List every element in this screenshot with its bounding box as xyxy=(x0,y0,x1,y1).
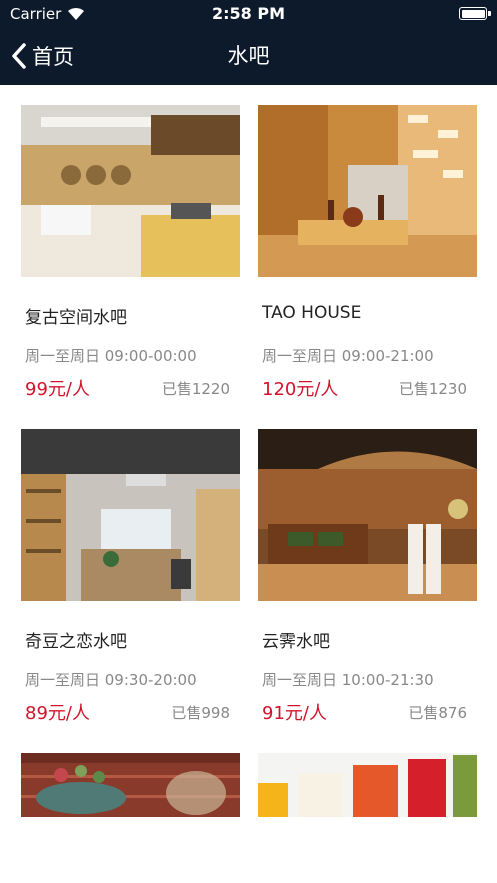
sold-count: 已售1230 xyxy=(398,380,467,398)
battery-tip xyxy=(488,11,491,16)
sold-count: 已售876 xyxy=(408,704,467,722)
venue-name: TAO HOUSE xyxy=(262,303,362,323)
venue-photo xyxy=(258,429,477,601)
price-per-person: 89元/人 xyxy=(25,703,90,724)
venue-name: 云霁水吧 xyxy=(262,632,330,652)
status-bar: Carrier 2:58 PM xyxy=(0,0,497,28)
opening-hours: 周一至周日 09:00-00:00 xyxy=(25,347,197,365)
water-bar-grid[interactable]: 复古空间水吧 周一至周日 09:00-00:00 99元/人 已售1220 TA… xyxy=(0,85,497,883)
back-label: 首页 xyxy=(32,45,74,69)
page-title: 水吧 xyxy=(227,44,270,68)
opening-hours: 周一至周日 09:30-20:00 xyxy=(25,671,197,689)
battery-icon xyxy=(459,7,487,20)
venue-name: 奇豆之恋水吧 xyxy=(25,632,127,652)
navigation-bar: 首页 水吧 xyxy=(0,28,497,85)
price-per-person: 91元/人 xyxy=(262,703,327,724)
venue-photo xyxy=(21,105,240,277)
status-time: 2:58 PM xyxy=(211,4,285,23)
chevron-left-icon xyxy=(12,43,26,69)
sold-count: 已售1220 xyxy=(161,380,230,398)
top-bar: Carrier 2:58 PM 首页 水吧 xyxy=(0,0,497,85)
venue-photo xyxy=(21,429,240,601)
price-per-person: 120元/人 xyxy=(262,379,339,400)
back-button[interactable]: 首页 xyxy=(10,38,74,74)
opening-hours: 周一至周日 10:00-21:30 xyxy=(262,671,434,689)
price-per-person: 99元/人 xyxy=(25,379,90,400)
venue-name: 复古空间水吧 xyxy=(25,308,127,328)
venue-photo xyxy=(258,105,477,277)
venue-photo xyxy=(21,753,240,817)
sold-count: 已售998 xyxy=(171,704,230,722)
opening-hours: 周一至周日 09:00-21:00 xyxy=(262,347,434,365)
venue-photo xyxy=(258,753,477,817)
